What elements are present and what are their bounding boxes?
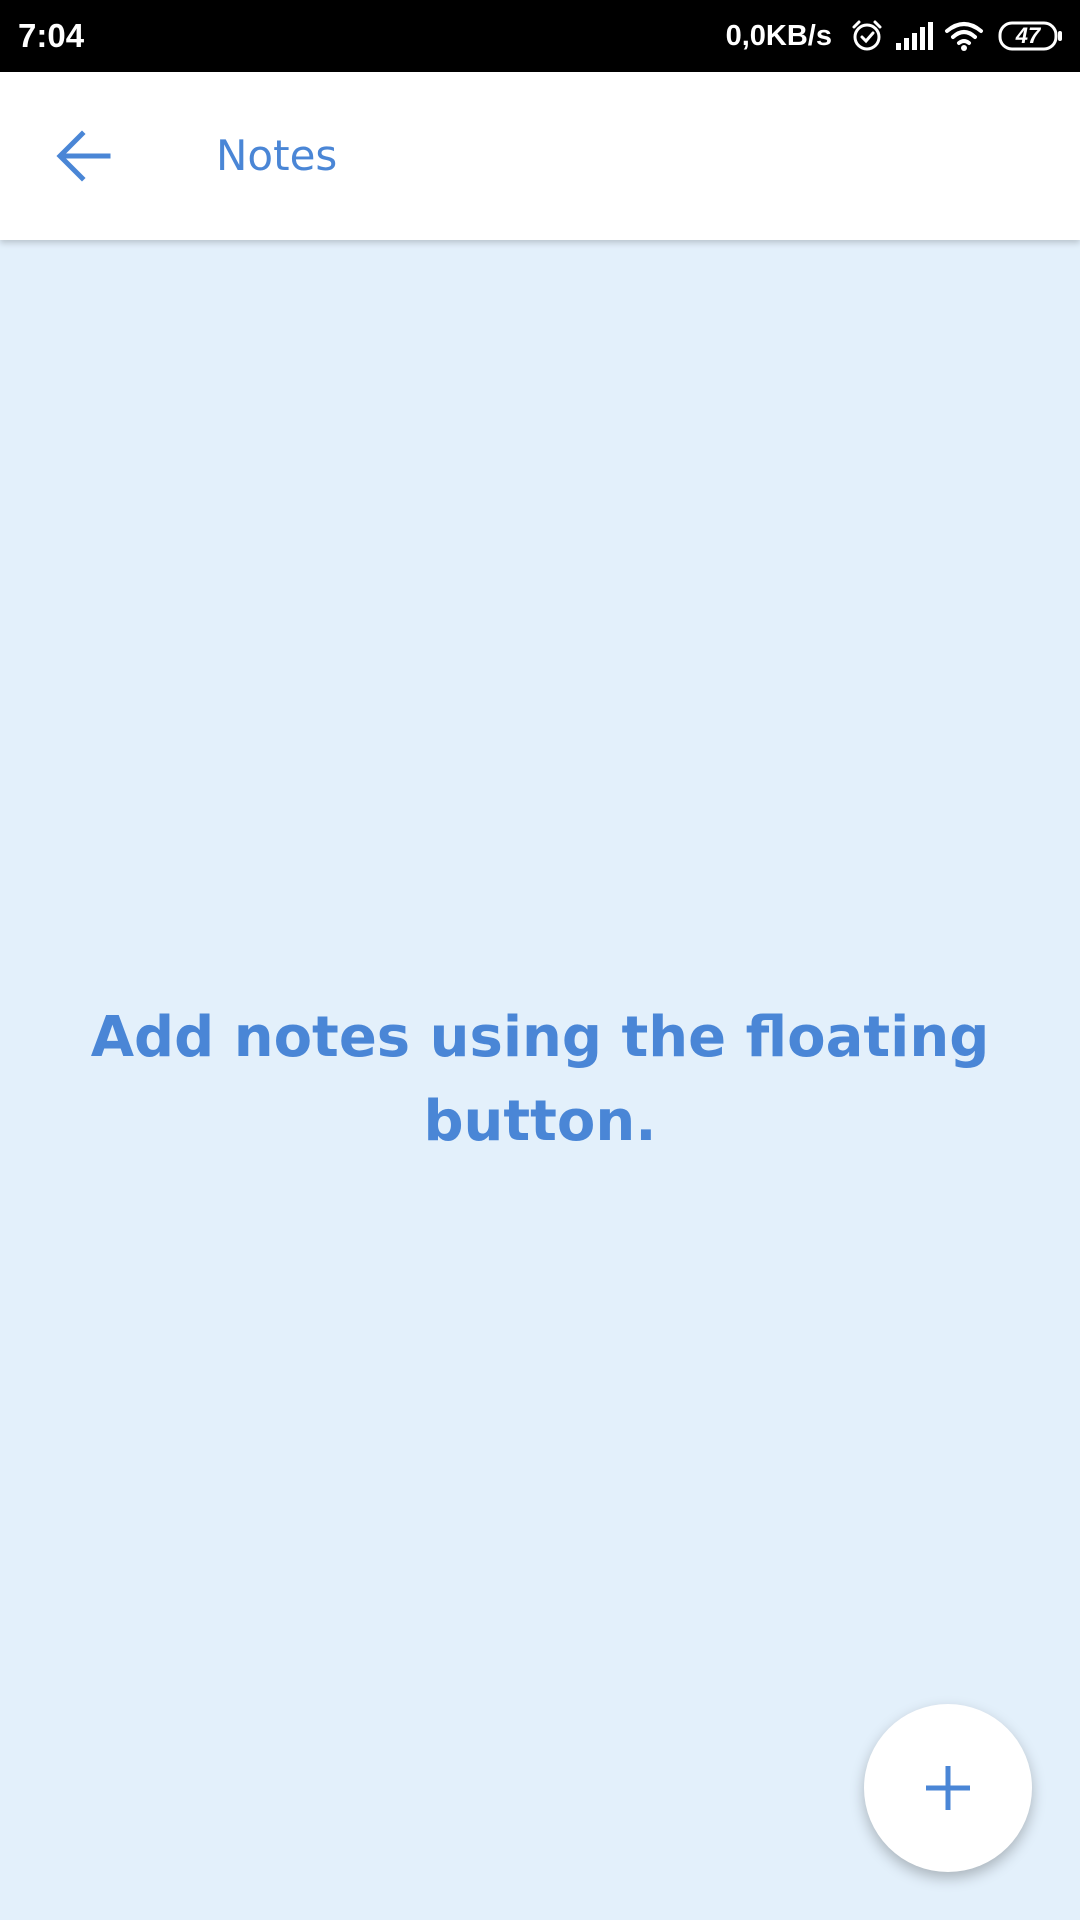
status-bar: 7:04 0,0KB/s 47	[0, 0, 1080, 72]
battery-icon: 47	[998, 21, 1064, 51]
network-speed: 0,0KB/s	[725, 19, 832, 52]
empty-state-message: Add notes using the floating button.	[90, 1005, 990, 1154]
page-title: Notes	[216, 131, 338, 180]
status-time: 7:04	[18, 17, 85, 54]
back-button[interactable]	[36, 108, 132, 204]
app-bar: Notes	[0, 72, 1080, 240]
arrow-left-icon	[56, 130, 111, 182]
signal-icon	[896, 22, 933, 50]
battery-level: 47	[1015, 23, 1041, 48]
status-indicators: 0,0KB/s 47	[726, 0, 1064, 72]
alarm-icon	[852, 20, 882, 51]
wifi-icon	[945, 22, 983, 51]
plus-icon	[926, 1766, 970, 1810]
add-note-button[interactable]	[864, 1704, 1032, 1872]
